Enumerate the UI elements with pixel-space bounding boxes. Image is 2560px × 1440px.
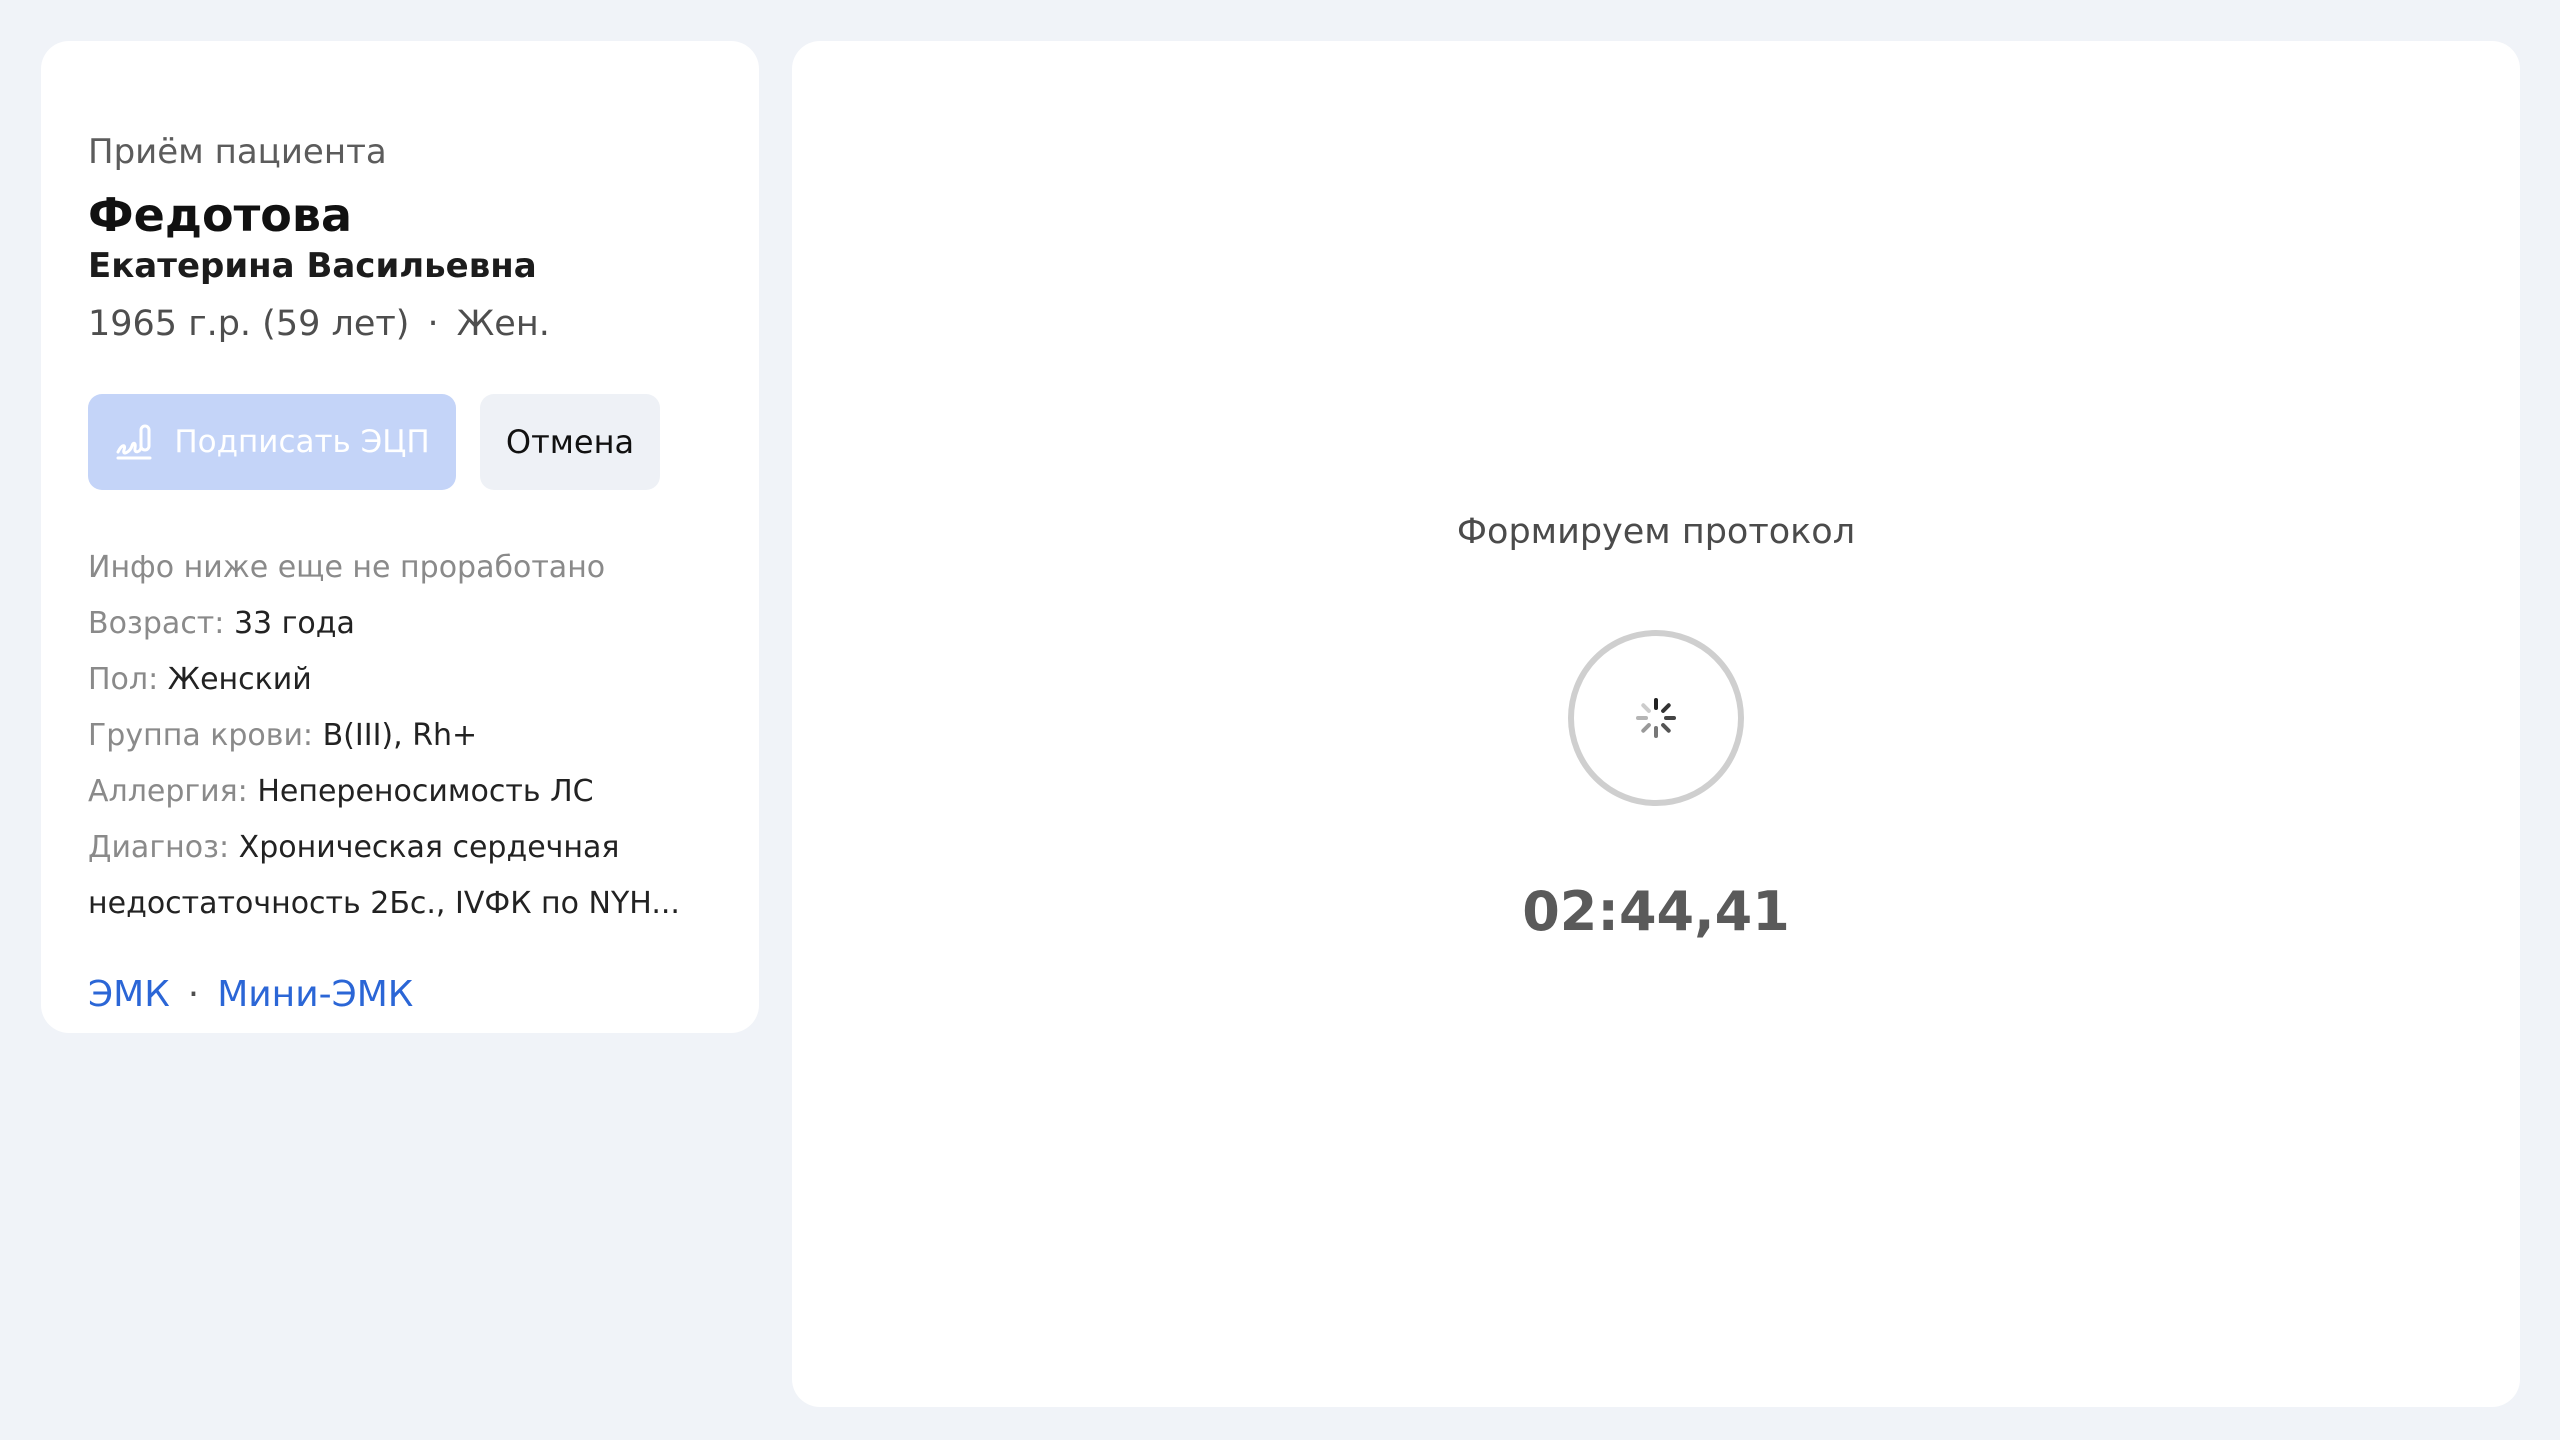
recording-timer: 02:44,41 (1522, 880, 1790, 943)
info-row-diagnosis: Диагноз: Хроническая сердечная недостато… (88, 820, 712, 932)
blood-group-value: B(III), Rh+ (322, 718, 478, 753)
card-subtitle: Приём пациента (88, 132, 387, 172)
card-actions: Подписать ЭЦП Отмена (88, 394, 712, 490)
patient-last-name: Федотова (88, 188, 352, 242)
patient-first-middle-name: Екатерина Васильевна (88, 246, 537, 286)
sign-ecp-button-label: Подписать ЭЦП (174, 424, 430, 460)
age-label: Возраст: (88, 606, 225, 641)
cancel-button[interactable]: Отмена (480, 394, 660, 490)
app-root: Приём пациента Федотова Екатерина Василь… (0, 0, 2560, 1440)
info-row-age: Возраст: 33 года (88, 596, 712, 652)
loading-indicator (1568, 630, 1744, 806)
emk-link[interactable]: ЭМК (88, 970, 170, 1020)
blood-group-label: Группа крови: (88, 718, 314, 753)
allergy-label: Аллергия: (88, 774, 248, 809)
info-note: Инфо ниже еще не проработано (88, 550, 606, 585)
loading-spinner-icon (1636, 698, 1676, 738)
sex-label: Пол: (88, 662, 159, 697)
patient-sex: Жен. (456, 304, 550, 344)
record-links: ЭМК · Мини-ЭМК (88, 970, 712, 1020)
patient-info: Инфо ниже еще не проработано Возраст: 33… (88, 540, 712, 932)
diagnosis-label: Диагноз: (88, 830, 230, 865)
signature-icon (116, 424, 152, 460)
sign-ecp-button[interactable]: Подписать ЭЦП (88, 394, 456, 490)
patient-card: Приём пациента Федотова Екатерина Василь… (41, 41, 759, 1033)
protocol-panel: Формируем протокол 02:44,41 (792, 41, 2520, 1407)
info-row-allergy: Аллергия: Непереносимость ЛС (88, 764, 712, 820)
patient-birth-info: 1965 г.р. (59 лет) (88, 304, 410, 344)
info-row-blood: Группа крови: B(III), Rh+ (88, 708, 712, 764)
protocol-status-text: Формируем протокол (1456, 512, 1856, 552)
sex-value: Женский (167, 662, 312, 697)
allergy-value: Непереносимость ЛС (257, 774, 594, 809)
age-value: 33 года (233, 606, 355, 641)
meta-separator: · (427, 304, 439, 344)
mini-emk-link[interactable]: Мини-ЭМК (217, 970, 413, 1020)
info-row-sex: Пол: Женский (88, 652, 712, 708)
links-separator: · (187, 974, 200, 1015)
patient-meta: 1965 г.р. (59 лет) · Жен. (88, 300, 712, 348)
